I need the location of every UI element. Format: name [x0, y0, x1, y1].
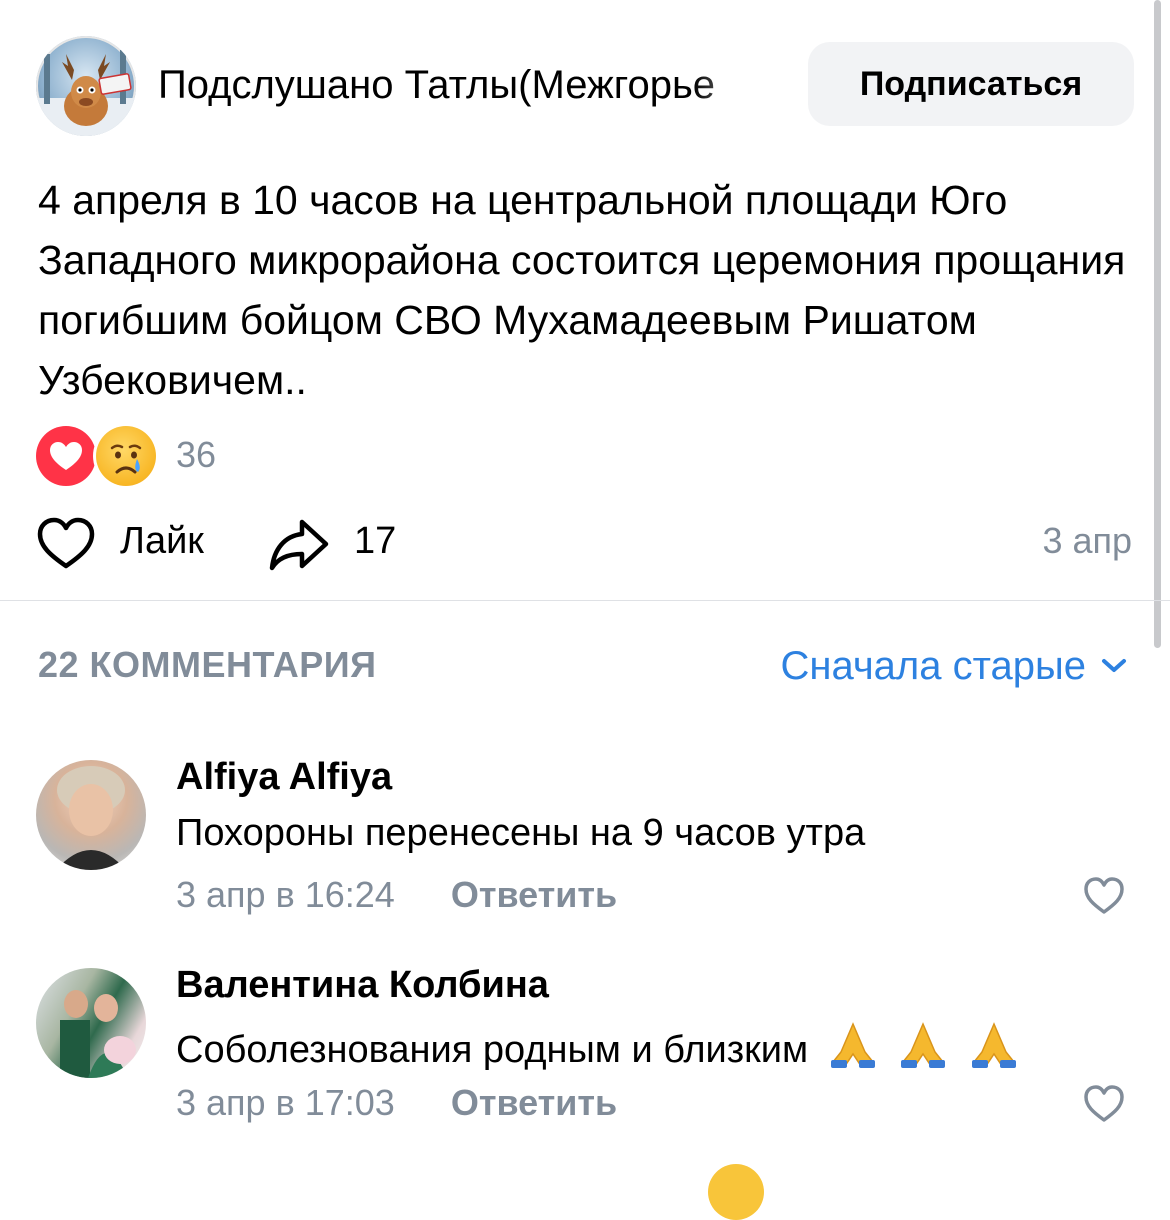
divider [0, 600, 1170, 601]
avatar-photo [60, 990, 136, 1078]
comment-author[interactable]: Alfiya Alfiya [176, 756, 392, 799]
comment-meta: 3 апр в 17:03 Ответить [176, 1082, 617, 1124]
like-button[interactable]: Лайк [36, 512, 226, 576]
comment-author[interactable]: Валентина Колбина [176, 964, 549, 1007]
heart-icon [36, 426, 96, 486]
like-label: Лайк [120, 520, 204, 562]
reactions-count[interactable]: 36 [176, 434, 216, 476]
post-text: 4 апреля в 10 часов на центральной площа… [38, 177, 1126, 403]
share-arrow-icon [269, 519, 329, 571]
comment-text: Похороны перенесены на 9 часов утра [176, 812, 866, 854]
group-avatar[interactable] [36, 36, 136, 136]
comment-meta: 3 апр в 16:24 Ответить [176, 874, 617, 916]
comment-time: 3 апр в 17:03 [176, 1082, 395, 1123]
subscribe-button[interactable]: Подписаться [808, 42, 1134, 126]
moose-logo-icon [36, 50, 136, 136]
post-date: 3 апр [1042, 520, 1132, 561]
folded-hands-icon [901, 1022, 946, 1068]
heart-outline-icon [1084, 1085, 1124, 1122]
heart-outline-icon [1084, 877, 1124, 914]
sort-dropdown[interactable]: Сначала старые [781, 640, 1129, 692]
folded-hands-icon [971, 1022, 1016, 1068]
scrollbar[interactable] [1154, 0, 1161, 648]
comment-like-button[interactable] [1082, 1084, 1126, 1124]
avatar-photo [56, 766, 126, 870]
comment-text: Соболезнования родным и близким [176, 1018, 1020, 1072]
share-count: 17 [354, 520, 397, 562]
group-name[interactable]: Подслушано Татлы(Межгорье [158, 60, 780, 110]
comment-like-button[interactable] [1082, 876, 1126, 916]
crying-face-icon [96, 426, 156, 486]
heart-outline-icon [37, 517, 95, 569]
share-button[interactable]: 17 [268, 512, 408, 576]
sort-label: Сначала старые [780, 643, 1087, 688]
folded-hands-icon [830, 1022, 875, 1068]
comments-count: 22 КОММЕНТАРИЯ [38, 644, 377, 685]
commenter-avatar[interactable] [36, 760, 146, 870]
commenter-avatar[interactable] [36, 968, 146, 1078]
chevron-down-icon [1102, 659, 1126, 672]
emoji-peek [708, 1164, 764, 1220]
reply-link[interactable]: Ответить [451, 874, 617, 915]
comment-time: 3 апр в 16:24 [176, 874, 395, 915]
comment-text-body: Соболезнования родным и близким [176, 1029, 809, 1071]
reply-link[interactable]: Ответить [451, 1082, 617, 1123]
